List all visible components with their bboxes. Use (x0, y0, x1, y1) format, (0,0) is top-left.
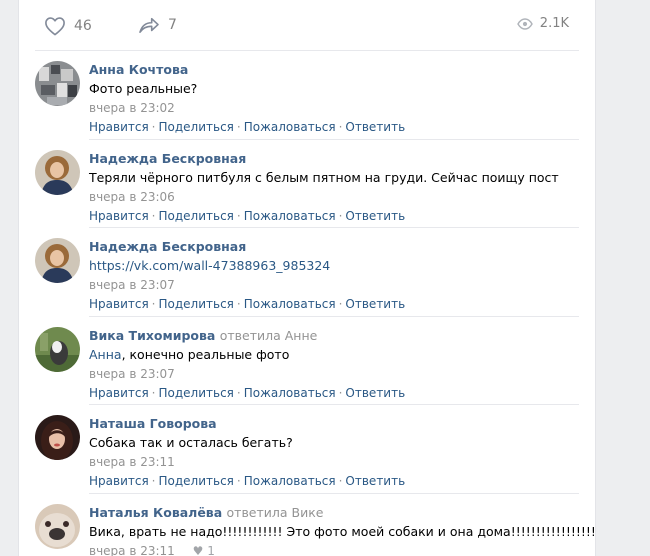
avatar[interactable] (35, 238, 80, 283)
avatar[interactable] (35, 415, 80, 460)
comment-item: Анна Кочтова Фото реальные? вчера в 23:0… (19, 51, 595, 140)
comment-text: Вика, врать не надо!!!!!!!!!!!! Это фото… (89, 523, 596, 539)
eye-icon (516, 17, 533, 30)
author-name[interactable]: Анна Кочтова (89, 62, 188, 77)
like-link[interactable]: Нравится (89, 297, 149, 311)
author-name[interactable]: Вика Тихомирова (89, 328, 215, 343)
comment-text: Теряли чёрного питбуля с белым пятном на… (89, 169, 559, 185)
comment-likes-count: 1 (207, 543, 215, 556)
reply-to-label[interactable]: ответила Анне (220, 328, 318, 343)
report-link[interactable]: Пожаловаться (244, 209, 336, 223)
comment-actions: Нравится · Поделиться · Пожаловаться · Ответит… (89, 474, 406, 488)
author-name[interactable]: Надежда Бескровная (89, 151, 246, 166)
like-link[interactable]: Нравится (89, 386, 149, 400)
avatar[interactable] (35, 503, 80, 549)
share-link[interactable]: Поделиться (159, 209, 234, 223)
report-link[interactable]: Пожаловаться (244, 297, 336, 311)
comment-author[interactable]: Наталья Ковалёва ответила Вике (89, 505, 323, 520)
reply-link[interactable]: Ответить (345, 297, 405, 311)
avatar[interactable] (35, 326, 80, 372)
avatar[interactable] (35, 149, 80, 195)
comment-like-button[interactable]: ♥ 1 (193, 544, 215, 556)
like-link[interactable]: Нравится (89, 474, 149, 488)
comment-body: , конечно реальные фото (121, 346, 290, 362)
views-count: 2.1K (539, 16, 569, 31)
comment-author[interactable]: Наташа Говорова (89, 416, 217, 431)
reply-link[interactable]: Ответить (345, 386, 405, 400)
likes-count: 46 (74, 18, 92, 34)
author-name[interactable]: Надежда Бескровная (89, 239, 246, 254)
comment-text: Анна, конечно реальные фото (89, 347, 289, 362)
comment-time[interactable]: вчера в 23:11 (89, 455, 175, 469)
avatar[interactable] (35, 61, 80, 106)
comment-author[interactable]: Надежда Бескровная (89, 151, 246, 166)
comment-meta: вчера в 23:11 ♥ 1 (89, 544, 215, 556)
comment-author[interactable]: Анна Кочтова (89, 62, 188, 77)
share-link[interactable]: Поделиться (159, 120, 234, 134)
reply-link[interactable]: Ответить (345, 474, 405, 488)
comment-actions: Нравится · Поделиться · Пожаловаться · Ответит… (89, 120, 406, 134)
report-link[interactable]: Пожаловаться (244, 386, 336, 400)
heart-icon: ♥ (192, 543, 204, 556)
comment-item: Наталья Ковалёва ответила Вике Вика, вра… (19, 494, 595, 556)
comment-text: Собака так и осталась бегать? (89, 435, 293, 450)
like-post-button[interactable]: 46 (44, 16, 92, 36)
comment-item: Надежда Бескровная Теряли чёрного питбул… (19, 140, 595, 228)
comment-time[interactable]: вчера в 23:07 (89, 278, 175, 292)
post-card: 46 7 2.1K Анна Кочтова Фото реальные? вч… (18, 0, 596, 556)
comment-time[interactable]: вчера в 23:11 (89, 544, 175, 556)
share-post-button[interactable]: 7 (138, 16, 177, 34)
mention-link[interactable]: Анна (89, 347, 122, 362)
comment-time[interactable]: вчера в 23:02 (89, 101, 175, 115)
reply-to-label[interactable]: ответила Вике (227, 505, 324, 520)
share-arrow-icon (139, 17, 159, 34)
shares-count: 7 (168, 17, 177, 33)
comment-item: Вика Тихомирова ответила Анне Анна, коне… (19, 317, 595, 405)
comment-actions: Нравится · Поделиться · Пожаловаться · Ответит… (89, 297, 406, 311)
share-link[interactable]: Поделиться (159, 474, 234, 488)
author-name[interactable]: Наташа Говорова (89, 416, 217, 431)
comment-item: Надежда Бескровная https://vk.com/wall-4… (19, 228, 595, 317)
share-link[interactable]: Поделиться (159, 386, 234, 400)
views-counter: 2.1K (516, 16, 569, 31)
comment-author[interactable]: Надежда Бескровная (89, 239, 246, 254)
like-link[interactable]: Нравится (89, 209, 149, 223)
post-actions-bar: 46 7 2.1K (35, 0, 579, 51)
heart-icon (45, 17, 65, 36)
post-link[interactable]: https://vk.com/wall-47388963_985324 (89, 258, 330, 273)
comment-actions: Нравится · Поделиться · Пожаловаться · Ответит… (89, 385, 406, 400)
comment-text: Фото реальные? (89, 81, 198, 96)
report-link[interactable]: Пожаловаться (244, 120, 336, 134)
reply-link[interactable]: Ответить (345, 120, 405, 134)
comment-time[interactable]: вчера в 23:06 (89, 190, 175, 204)
like-link[interactable]: Нравится (89, 120, 149, 134)
report-link[interactable]: Пожаловаться (244, 474, 336, 488)
author-name[interactable]: Наталья Ковалёва (89, 505, 222, 520)
comment-author[interactable]: Вика Тихомирова ответила Анне (89, 328, 317, 343)
share-link[interactable]: Поделиться (159, 297, 234, 311)
comment-item: Наташа Говорова Собака так и осталась бе… (19, 405, 595, 494)
reply-link[interactable]: Ответить (345, 209, 405, 223)
comment-actions: Нравится · Поделиться · Пожаловаться · Ответит… (89, 208, 406, 223)
comment-time[interactable]: вчера в 23:07 (89, 367, 175, 381)
comment-text: https://vk.com/wall-47388963_985324 (89, 258, 330, 273)
